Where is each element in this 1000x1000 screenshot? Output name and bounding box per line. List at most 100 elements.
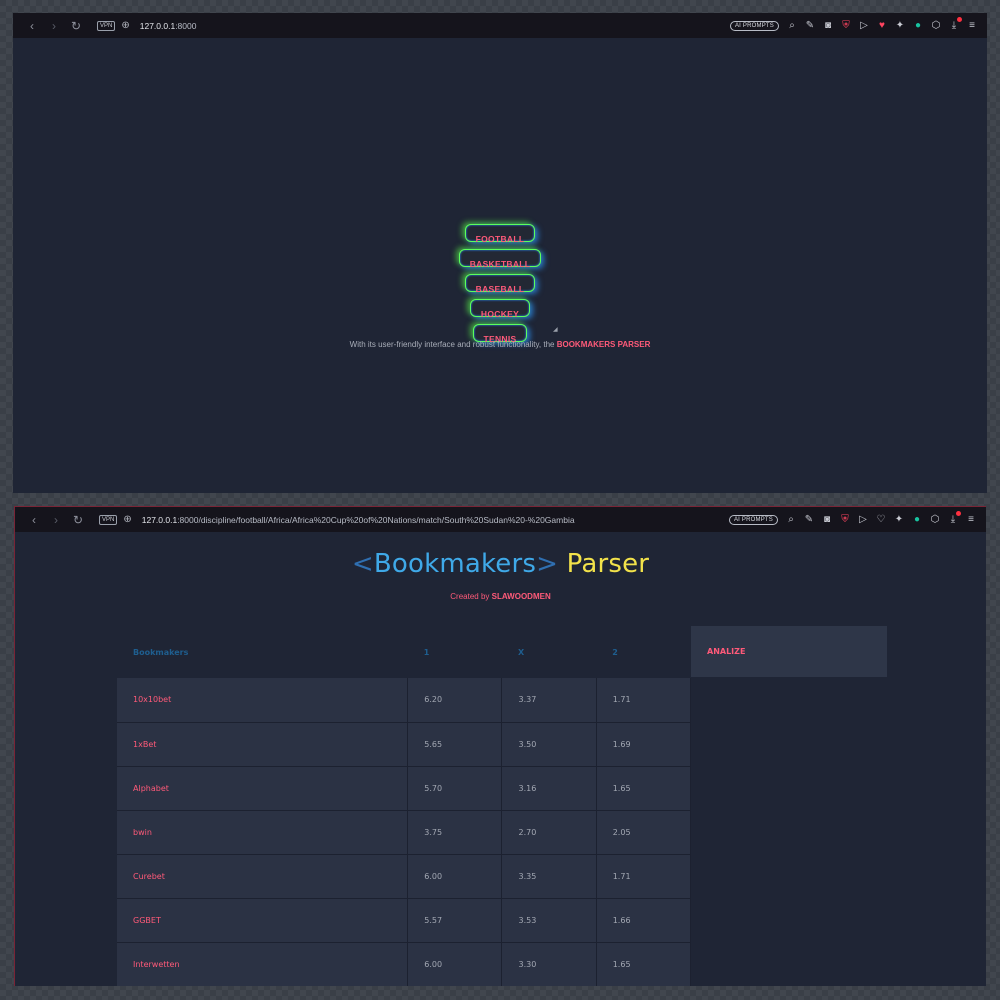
odds-home: 6.20	[407, 678, 503, 723]
header-away: 2	[596, 626, 691, 678]
account-icon[interactable]: ●	[913, 20, 923, 31]
cube-icon[interactable]: ⬡	[930, 514, 940, 525]
edit-icon[interactable]: ✎	[804, 514, 814, 525]
toolbar-right: AI PROMPTS ⌕ ✎ ◙ ⛨ ▷ ♥ ✦ ● ⬡ ⤓ ≡	[729, 13, 977, 38]
search-icon[interactable]: ⌕	[786, 514, 796, 525]
brand-bookmakers: Bookmakers	[373, 549, 537, 579]
ai-prompts-button[interactable]: AI PROMPTS	[729, 20, 779, 31]
table-header-row: Bookmakers 1 X 2	[117, 626, 691, 678]
address-bar[interactable]: 127.0.0.1:8000	[140, 21, 197, 31]
reload-icon[interactable]: ↻	[65, 19, 87, 33]
account-icon[interactable]: ●	[912, 514, 922, 525]
vpn-badge[interactable]: VPN	[97, 20, 116, 31]
heart-outline-icon[interactable]: ♡	[876, 514, 886, 525]
browser-toolbar: ‹ › ↻ VPN ⊕ 127.0.0.1:8000/discipline/fo…	[15, 507, 986, 532]
url-host: 127.0.0.1	[139, 20, 176, 31]
toolbar-right: AI PROMPTS ⌕ ✎ ◙ ⛨ ▷ ♡ ✦ ● ⬡ ⤓ ≡	[728, 507, 976, 532]
odds-home: 6.00	[407, 942, 503, 986]
odds-away: 2.05	[596, 810, 692, 855]
odds-away: 1.65	[596, 942, 692, 986]
odds-away: 1.65	[596, 766, 692, 811]
globe-icon: ⊕	[123, 514, 132, 525]
browser-toolbar: ‹ › ↻ VPN ⊕ 127.0.0.1:8000 AI PROMPTS ⌕ …	[13, 13, 987, 38]
discipline-baseball-button[interactable]: BASEBALL	[464, 274, 536, 294]
camera-icon[interactable]: ◙	[822, 514, 832, 525]
extension-icon[interactable]: ✦	[894, 514, 904, 525]
cube-icon[interactable]: ⬡	[931, 20, 941, 31]
bookmaker-name[interactable]: 10x10bet	[117, 678, 409, 723]
shield-icon[interactable]: ⛨	[841, 20, 851, 31]
discipline-list: FOOTBALL BASKETBALL BASEBALL HOCKEY TENN…	[13, 223, 987, 348]
back-icon[interactable]: ‹	[21, 19, 43, 33]
odds-draw: 3.53	[501, 898, 597, 943]
odds-draw: 3.50	[501, 722, 597, 767]
odds-draw: 3.30	[501, 942, 597, 986]
table-row: 1xBet 5.65 3.50 1.69	[117, 722, 692, 767]
discipline-football-button[interactable]: FOOTBALL	[464, 224, 536, 244]
table-row: Alphabet 5.70 3.16 1.65	[117, 766, 692, 811]
bookmaker-name[interactable]: GGBET	[117, 898, 409, 943]
tagline-emphasis: BOOKMAKERS PARSER	[556, 340, 651, 349]
settings-sliders-icon[interactable]: ≡	[966, 514, 976, 525]
table-row: bwin 3.75 2.70 2.05	[117, 810, 692, 855]
bookmaker-name[interactable]: Curebet	[117, 854, 409, 899]
creator-name: SLAWOODMEN	[491, 592, 551, 601]
forward-icon[interactable]: ›	[43, 19, 65, 33]
odds-draw: 3.16	[501, 766, 597, 811]
url-path: :8000/discipline/football/Africa/Africa%…	[177, 514, 575, 525]
odds-draw: 3.37	[501, 678, 597, 723]
odds-home: 5.65	[407, 722, 503, 767]
browser-window-match: ‹ › ↻ VPN ⊕ 127.0.0.1:8000/discipline/fo…	[14, 506, 986, 986]
send-icon[interactable]: ▷	[859, 20, 869, 31]
heart-icon[interactable]: ♥	[877, 20, 887, 31]
bookmaker-name[interactable]: Interwetten	[117, 942, 409, 986]
download-icon[interactable]: ⤓	[949, 17, 962, 31]
reload-icon[interactable]: ↻	[67, 513, 89, 527]
notification-dot	[957, 17, 962, 22]
bookmaker-name[interactable]: bwin	[117, 810, 409, 855]
header-draw: X	[501, 626, 597, 678]
edit-icon[interactable]: ✎	[805, 20, 815, 31]
odds-away: 1.69	[596, 722, 692, 767]
table-row: Curebet 6.00 3.35 1.71	[117, 854, 692, 899]
address-bar[interactable]: 127.0.0.1:8000/discipline/football/Afric…	[142, 515, 575, 525]
discipline-hockey-button[interactable]: HOCKEY	[469, 299, 531, 319]
send-icon[interactable]: ▷	[858, 514, 868, 525]
settings-sliders-icon[interactable]: ≡	[967, 20, 977, 31]
table-row: Interwetten 6.00 3.30 1.65	[117, 942, 692, 986]
back-icon[interactable]: ‹	[23, 513, 45, 527]
bookmaker-name[interactable]: 1xBet	[117, 722, 409, 767]
globe-icon: ⊕	[121, 20, 130, 31]
download-icon[interactable]: ⤓	[948, 511, 961, 525]
tagline: With its user-friendly interface and rob…	[13, 340, 987, 349]
creator-line: Created by SLAWOODMEN	[15, 592, 986, 601]
brand-title: <Bookmakers> Parser	[15, 549, 986, 579]
shield-icon[interactable]: ⛨	[840, 514, 850, 525]
brand-bracket-open: <	[351, 549, 374, 579]
brand-parser: Parser	[558, 549, 650, 579]
tagline-text: With its user-friendly interface and rob…	[349, 340, 557, 349]
search-icon[interactable]: ⌕	[787, 20, 797, 31]
notification-dot	[956, 511, 961, 516]
ai-prompts-button[interactable]: AI PROMPTS	[728, 514, 778, 525]
cursor-mark: ◢	[553, 327, 558, 333]
discipline-basketball-button[interactable]: BASKETBALL	[458, 249, 542, 269]
odds-away: 1.71	[596, 854, 692, 899]
bookmaker-name[interactable]: Alphabet	[117, 766, 409, 811]
odds-draw: 2.70	[501, 810, 597, 855]
table-row: 10x10bet 6.20 3.37 1.71	[117, 678, 692, 723]
odds-away: 1.71	[596, 678, 692, 723]
header-home: 1	[407, 626, 502, 678]
odds-away: 1.66	[596, 898, 692, 943]
odds-home: 3.75	[407, 810, 503, 855]
created-by-label: Created by	[450, 592, 492, 601]
odds-draw: 3.35	[501, 854, 597, 899]
analize-button[interactable]: ANALIZE	[691, 626, 887, 677]
vpn-badge[interactable]: VPN	[99, 514, 118, 525]
url-host: 127.0.0.1	[141, 514, 178, 525]
forward-icon[interactable]: ›	[45, 513, 67, 527]
header-bookmakers: Bookmakers	[117, 626, 408, 678]
extension-icon[interactable]: ✦	[895, 20, 905, 31]
camera-icon[interactable]: ◙	[823, 20, 833, 31]
table-row: GGBET 5.57 3.53 1.66	[117, 898, 692, 943]
